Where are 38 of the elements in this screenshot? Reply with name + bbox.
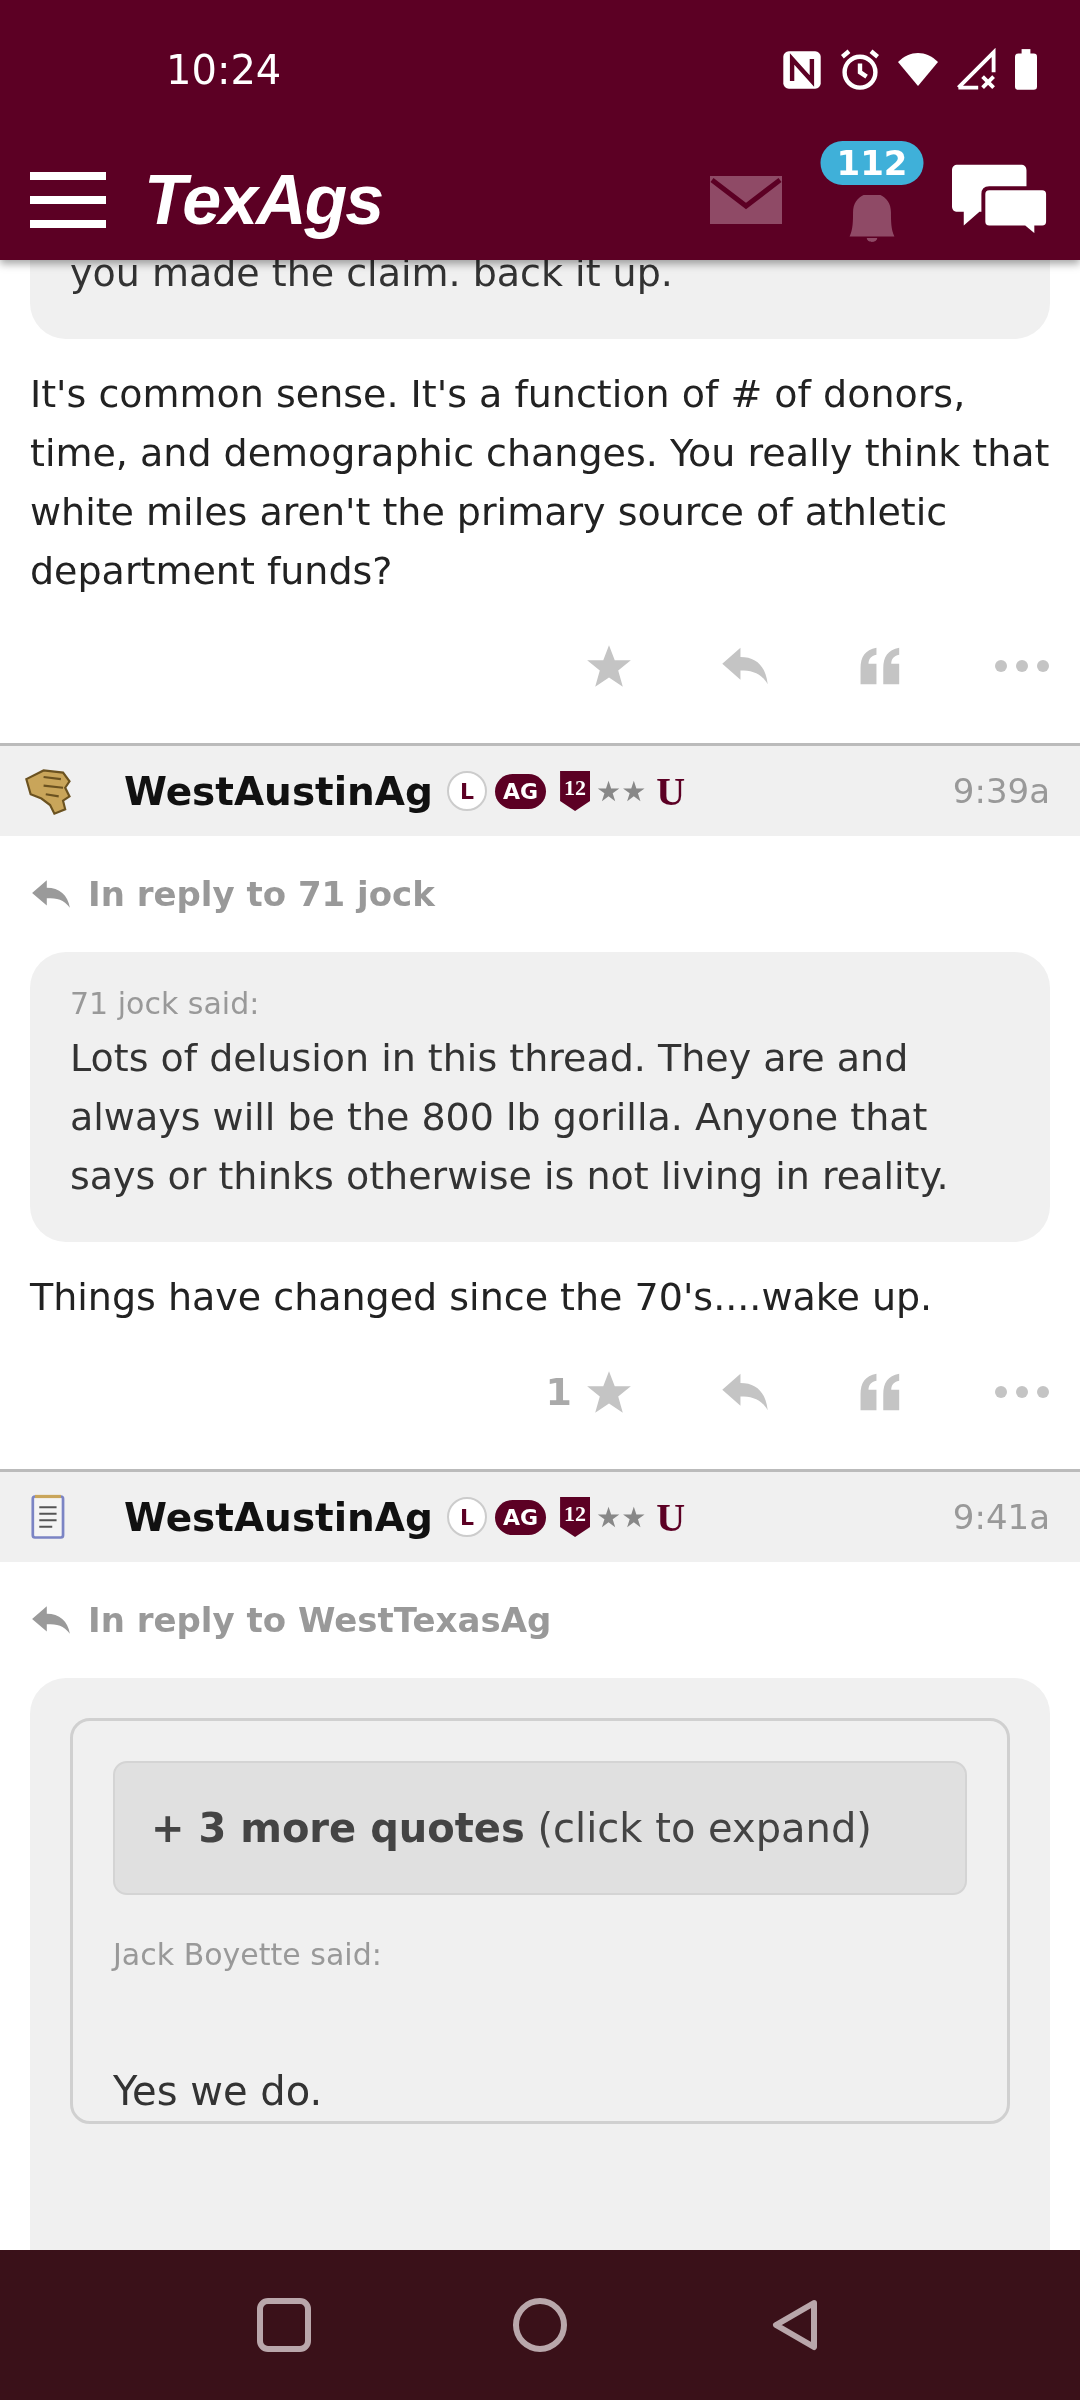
- quote-text: Lots of delusion in this thread. They are and always will be the 800 lb gorilla. Anyone that says or thinks otherwise is not living in reality.: [70, 1035, 950, 1200]
- quote-author: 71 jock said:: [70, 986, 261, 1021]
- recents-button[interactable]: [256, 2297, 312, 2353]
- post-text: Things have changed since the 70's....wake up.: [29, 1274, 934, 1321]
- signal-icon: [954, 48, 998, 92]
- author-name[interactable]: WestAustinAg: [124, 1494, 433, 1540]
- notification-badge: 112: [820, 141, 924, 185]
- home-button[interactable]: [512, 2297, 568, 2353]
- rank-letter: U: [656, 767, 686, 815]
- member-badge: 12: [560, 771, 591, 811]
- reply-icon: [30, 1604, 72, 1636]
- quote-text: you made the claim. back it up.: [70, 250, 674, 297]
- member-badge: AG: [495, 1499, 547, 1535]
- rank-letter: U: [656, 1493, 686, 1541]
- nfc-icon: [780, 48, 824, 92]
- quote-author: Jack Boyette said:: [113, 1937, 383, 1972]
- member-badge: L: [447, 771, 487, 811]
- quote-text: Yes we do.: [113, 2067, 324, 2116]
- member-badge: 12: [560, 1497, 591, 1537]
- menu-icon[interactable]: [30, 172, 106, 228]
- author-name[interactable]: WestAustinAg: [124, 768, 433, 814]
- reply-icon: [30, 878, 72, 910]
- more-icon[interactable]: [994, 659, 1050, 673]
- member-badge: AG: [495, 773, 547, 809]
- status-time: 10:24: [166, 47, 282, 93]
- expand-quotes-button[interactable]: + 3 more quotes (click to expand): [113, 1761, 967, 1895]
- alarm-icon: [838, 48, 882, 92]
- star-count: 1: [545, 1370, 572, 1414]
- rank-stars: ★★: [596, 774, 647, 808]
- post-text: It's common sense. It's a function of # of donors, time, and demographic changes. You really think that white miles aren't the primary source of athletic department funds?: [29, 371, 1051, 595]
- more-icon[interactable]: [994, 1385, 1050, 1399]
- member-badge: L: [447, 1497, 487, 1537]
- site-logo[interactable]: TexAgs: [144, 160, 383, 240]
- mail-icon[interactable]: [710, 176, 782, 224]
- battery-icon: [1012, 48, 1040, 92]
- rank-stars: ★★: [596, 1500, 647, 1534]
- post-time: 9:41a: [952, 1497, 1050, 1537]
- post-time: 9:39a: [952, 771, 1050, 811]
